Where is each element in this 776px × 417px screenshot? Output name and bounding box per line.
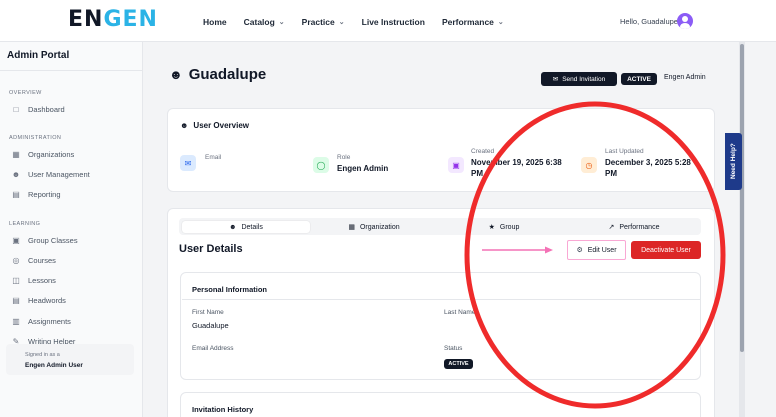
divider: [0, 70, 143, 71]
created-value-line2: PM: [471, 169, 483, 178]
report-icon: ▤: [12, 190, 20, 199]
invitation-history-card: [180, 392, 701, 417]
signed-in-role: Engen Admin User: [25, 362, 83, 369]
chevron-down-icon: ⌄: [497, 19, 504, 26]
divider: [182, 299, 700, 300]
top-nav: ENGEN Home Catalog ⌄ Practice ⌄ Live Instr…: [0, 0, 776, 42]
last-name-label: Last Name: [444, 309, 476, 316]
clock-icon: ◷: [581, 157, 597, 173]
user-details-title: User Details: [179, 243, 243, 255]
building-icon: ▦: [348, 224, 355, 231]
app-root: ENGEN Home Catalog ⌄ Practice ⌄ Live Instr…: [0, 0, 776, 417]
engen-logo[interactable]: ENGEN: [68, 7, 158, 32]
first-name-value: Guadalupe: [192, 321, 229, 330]
personal-info-title: Personal Information: [192, 285, 268, 294]
sidebar-item-lessons[interactable]: ◫ Lessons: [11, 276, 56, 285]
status-label: Status: [444, 345, 463, 352]
tab-details[interactable]: ☻ Details: [182, 221, 310, 233]
sidebar-item-group-classes[interactable]: ▣ Group Classes: [11, 236, 77, 245]
sidebar-item-headwords[interactable]: ▤ Headwords: [11, 296, 66, 305]
gear-icon: ⚙: [576, 247, 583, 254]
created-value-line1: November 19, 2025 6:38: [471, 158, 562, 167]
need-help-tab[interactable]: Need Help?: [725, 133, 742, 190]
sidebar-section-overview: OVERVIEW: [9, 90, 42, 96]
book-icon: ◫: [12, 276, 20, 285]
main-nav: Home Catalog ⌄ Practice ⌄ Live Instruction…: [203, 17, 521, 27]
eye-icon: ◎: [12, 256, 20, 265]
status-badge: ACTIVE: [444, 359, 473, 369]
sidebar-item-reporting[interactable]: ▤ Reporting: [11, 190, 60, 199]
trend-icon: ↗: [608, 224, 615, 231]
role-value: Engen Admin: [337, 164, 389, 173]
updated-value-line1: December 3, 2025 5:28: [605, 158, 691, 167]
tab-organization[interactable]: ▦ Organization: [310, 221, 438, 233]
email-label: Email: [205, 154, 222, 161]
sidebar-item-organizations[interactable]: ▦ Organizations: [11, 150, 74, 159]
deactivate-user-button[interactable]: Deactivate User: [631, 241, 701, 259]
email-address-label: Email Address: [192, 345, 234, 352]
shield-icon: ◯: [313, 157, 329, 173]
scrollbar-thumb[interactable]: [740, 44, 744, 352]
first-name-label: First Name: [192, 309, 224, 316]
chart-icon: □: [13, 105, 19, 114]
user-icon: ☻: [180, 121, 189, 130]
edit-user-button[interactable]: ⚙ Edit User: [567, 240, 626, 260]
tab-group[interactable]: ★ Group: [440, 221, 568, 233]
sidebar-section-administration: ADMINISTRATION: [9, 135, 62, 141]
sidebar-item-assignments[interactable]: ▥ Assignments: [11, 317, 71, 326]
list-icon: ▤: [12, 296, 20, 305]
role-field-label: Role: [337, 154, 351, 161]
chevron-down-icon: ⌄: [338, 19, 345, 26]
tab-performance[interactable]: ↗ Performance: [570, 221, 698, 233]
calendar-icon: ▣: [12, 236, 20, 245]
created-label: Created: [471, 148, 495, 155]
status-badge: ACTIVE: [621, 73, 657, 85]
user-icon: ☻: [169, 67, 183, 82]
nav-home[interactable]: Home: [203, 17, 227, 27]
user-greeting: Hello, Guadalupe: [620, 17, 678, 26]
user-overview-title: ☻ User Overview: [180, 121, 250, 130]
nav-catalog[interactable]: Catalog ⌄: [244, 17, 285, 27]
updated-value-line2: PM: [605, 169, 617, 178]
nav-live-instruction[interactable]: Live Instruction: [362, 17, 425, 27]
signed-in-label: Signed in as a: [25, 352, 60, 358]
clipboard-icon: ▥: [12, 317, 20, 326]
group-icon: ★: [488, 224, 495, 231]
page-title: ☻ Guadalupe: [169, 66, 267, 83]
avatar[interactable]: [677, 13, 693, 29]
nav-practice[interactable]: Practice ⌄: [302, 17, 345, 27]
send-invitation-button[interactable]: ✉ Send Invitation: [541, 72, 617, 86]
sidebar-title: Admin Portal: [7, 50, 70, 61]
sidebar-item-dashboard[interactable]: □ Dashboard: [11, 105, 65, 114]
calendar-icon: ▣: [448, 157, 464, 173]
mail-icon: ✉: [552, 76, 559, 83]
updated-label: Last Updated: [605, 148, 644, 155]
users-icon: ☻: [11, 170, 21, 179]
role-label: Engen Admin: [664, 74, 706, 81]
signed-in-box: [6, 344, 134, 375]
mail-icon: ✉: [180, 155, 196, 171]
invitation-history-title: Invitation History: [192, 405, 254, 414]
chevron-down-icon: ⌄: [278, 19, 285, 26]
building-icon: ▦: [12, 150, 20, 159]
sidebar-section-learning: LEARNING: [9, 221, 41, 227]
sidebar-item-courses[interactable]: ◎ Courses: [11, 256, 56, 265]
nav-performance[interactable]: Performance ⌄: [442, 17, 504, 27]
sidebar-item-user-management[interactable]: ☻ User Management: [11, 170, 90, 179]
user-icon: ☻: [229, 223, 237, 231]
